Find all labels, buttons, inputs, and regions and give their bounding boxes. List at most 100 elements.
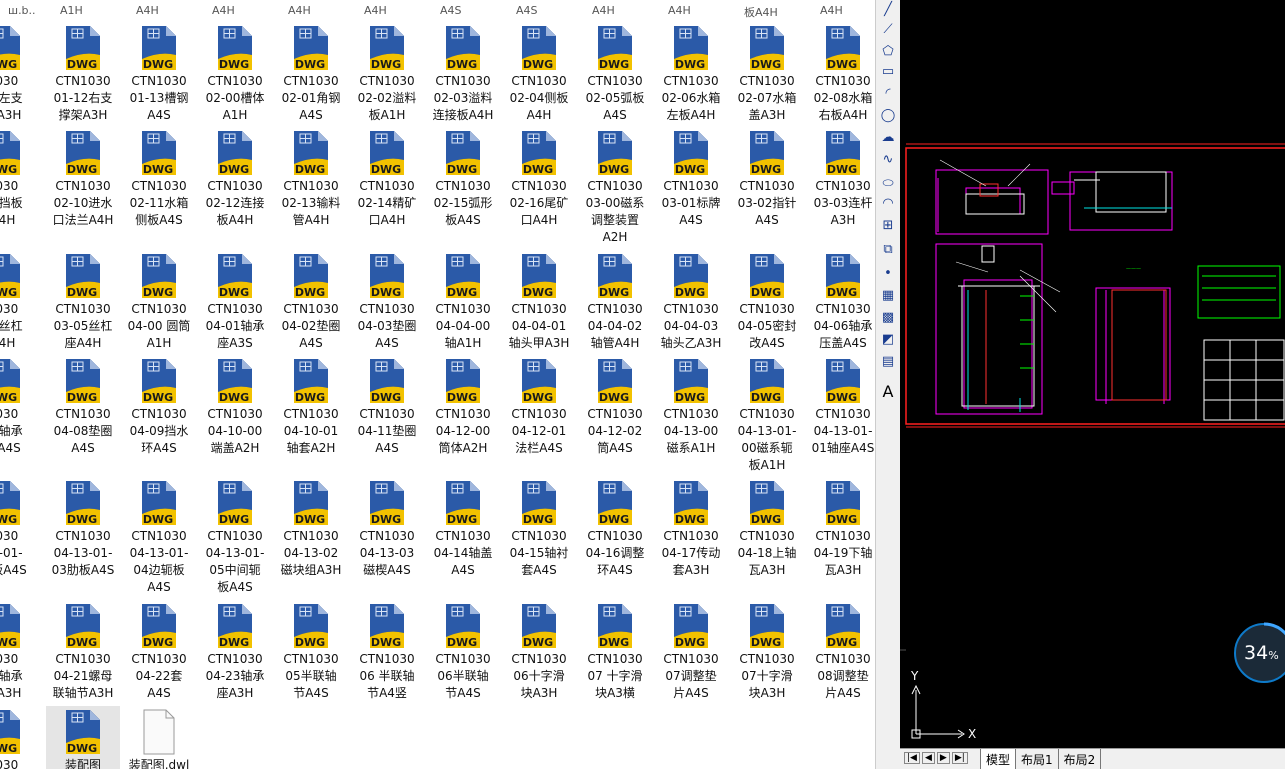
file-item[interactable]: DWG CTN1030 03-01标牌 A4S — [654, 127, 728, 229]
file-item[interactable]: DWG CTN1030 04-15轴衬 套A4S — [502, 477, 576, 579]
tab-layout1[interactable]: 布局1 — [1016, 749, 1059, 769]
file-item[interactable]: DWG CTN1030 04-04-00 轴A1H — [426, 250, 500, 352]
file-item[interactable]: DWG CTN1030 04-21螺母 联轴节A3H — [46, 600, 120, 702]
file-item[interactable]: DWG CTN1030 04-10-01 轴套A2H — [274, 355, 348, 457]
file-item[interactable]: DWG 装配图 — [46, 706, 120, 769]
file-item[interactable]: DWG CTN1030 02-06水箱 左板A4H — [654, 22, 728, 124]
file-item[interactable]: DWG CTN1030 04-01轴承 座A3S — [198, 250, 272, 352]
polygon-icon[interactable]: ⬠ — [878, 42, 898, 62]
file-item[interactable]: DWG CTN1030 04-13-02 磁块组A3H — [274, 477, 348, 579]
spline-icon[interactable]: ∿ — [878, 150, 898, 170]
file-item[interactable]: DWG 1030 13-01- 支板A4S — [0, 477, 40, 579]
file-item[interactable]: DWG CTN1030 05半联轴 节A4S — [274, 600, 348, 702]
file-item[interactable]: DWG CTN1030 02-13输料 管A4H — [274, 127, 348, 229]
file-item[interactable]: DWG CTN1030 04-13-00 磁系A1H — [654, 355, 728, 457]
file-item[interactable]: DWG CTN1030 01-13槽钢 A4S — [122, 22, 196, 124]
text-icon[interactable]: A — [878, 382, 898, 402]
file-item[interactable]: DWG CTN1030 04-13-01- 03肋板A4S — [46, 477, 120, 579]
point-icon[interactable]: • — [878, 264, 898, 284]
file-item[interactable]: DWG CTN1030 06十字滑 块A3H — [502, 600, 576, 702]
file-item[interactable]: DWG CTN1030 03-03连杆 A3H — [806, 127, 875, 229]
last-tab-icon[interactable]: ▶| — [951, 752, 968, 764]
file-item[interactable]: DWG CTN1030 04-19下轴 瓦A3H — [806, 477, 875, 579]
file-item[interactable]: DWG CTN1030 04-13-03 磁楔A4S — [350, 477, 424, 579]
file-item[interactable]: DWG CTN1030 02-05弧板 A4S — [578, 22, 652, 124]
cad-viewport[interactable]: ——— Y X |◀ ◀ ▶ ▶| 模型 布局1 布局2 — [900, 0, 1285, 769]
file-item[interactable]: DWG CTN1030 04-12-02 筒A4S — [578, 355, 652, 457]
file-item[interactable]: DWG CTN1030 04-10-00 端盖A2H — [198, 355, 272, 457]
file-item[interactable]: DWG CTN1030 02-12连接 板A4H — [198, 127, 272, 229]
region-icon[interactable]: ◩ — [878, 330, 898, 350]
line-icon[interactable]: ╱ — [878, 0, 898, 20]
file-item[interactable]: DWG 1030 11左支架A3H — [0, 22, 40, 124]
file-item[interactable]: DWG CTN1030 04-02垫圈 A4S — [274, 250, 348, 352]
file-item[interactable]: DWG CTN1030 07 十字滑 块A3横 — [578, 600, 652, 702]
file-item[interactable]: DWG CTN1030 04-18上轴 瓦A3H — [730, 477, 804, 579]
file-item[interactable]: DWG CTN1030 04-16调整 环A4S — [578, 477, 652, 579]
file-item[interactable]: DWG CTN1030 08调整垫 片A4S — [806, 600, 875, 702]
file-item[interactable]: DWG CTN1030 04-04-03 轴头乙A3H — [654, 250, 728, 352]
file-item[interactable]: DWG 1030 07轴承套A4S — [0, 355, 40, 457]
file-item[interactable]: DWG CTN1030 01-12右支 撑架A3H — [46, 22, 120, 124]
file-item[interactable]: DWG CTN1030 04-14轴盖 A4S — [426, 477, 500, 579]
file-item[interactable]: DWG CTN1030 04-13-01- 00磁系轭 板A1H — [730, 355, 804, 474]
insert-block-icon[interactable]: ⊞ — [878, 216, 898, 236]
file-item[interactable]: DWG CTN1030 04-12-00 筒体A2H — [426, 355, 500, 457]
file-item[interactable]: DWG CTN1030 04-04-02 轴管A4H — [578, 250, 652, 352]
ellipse-icon[interactable]: ⬭ — [878, 174, 898, 194]
arc-icon[interactable]: ◜ — [878, 84, 898, 104]
file-item[interactable]: DWG CTN1030 06 半联轴 节A4竖 — [350, 600, 424, 702]
file-item[interactable]: DWG CTN1030 02-04侧板 A4H — [502, 22, 576, 124]
file-item[interactable]: DWG CTN1030 02-08水箱 右板A4H — [806, 22, 875, 124]
file-item[interactable]: DWG 1030 04丝杠 A4H — [0, 250, 40, 352]
tab-model[interactable]: 模型 — [980, 749, 1017, 769]
file-item[interactable]: DWG CTN1030 02-01角钢 A4S — [274, 22, 348, 124]
table-icon[interactable]: ▤ — [878, 352, 898, 372]
file-item[interactable]: DWG CTN1030 04-13-01- 04边轭板 A4S — [122, 477, 196, 596]
file-item[interactable]: DWG CTN1030 04-00 圆筒 A1H — [122, 250, 196, 352]
file-item[interactable]: DWG CTN1030 07调整垫 片A4S — [654, 600, 728, 702]
file-item[interactable]: DWG CTN1030 06半联轴 节A4S — [426, 600, 500, 702]
file-item[interactable]: DWG CTN1030 02-11水箱 侧板A4S — [122, 127, 196, 229]
file-item[interactable]: DWG 1030 09挡板 A4H — [0, 127, 40, 229]
polyline-icon[interactable]: ⟋ — [878, 20, 898, 40]
file-item[interactable]: DWG CTN1030 04-12-01 法栏A4S — [502, 355, 576, 457]
file-item[interactable]: DWG CTN1030 02-02溢料 板A1H — [350, 22, 424, 124]
prev-tab-icon[interactable]: ◀ — [921, 752, 935, 764]
rectangle-icon[interactable]: ▭ — [878, 62, 898, 82]
next-tab-icon[interactable]: ▶ — [936, 752, 950, 764]
file-item[interactable]: DWG CTN1030 03-02指针 A4S — [730, 127, 804, 229]
first-tab-icon[interactable]: |◀ — [904, 752, 920, 764]
file-item[interactable]: DWG CTN1030 03-00磁系 调整装置 A2H — [578, 127, 652, 246]
file-item[interactable]: DWG CTN1030 02-14精矿 口A4H — [350, 127, 424, 229]
file-item[interactable]: DWG CTN1030 02-03溢料 连接板A4H — [426, 22, 500, 124]
file-item[interactable]: DWG CTN1030 04-09挡水 环A4S — [122, 355, 196, 457]
file-item[interactable]: DWG CTN1030 02-07水箱 盖A3H — [730, 22, 804, 124]
file-item[interactable]: DWG CTN1030 04-22套 A4S — [122, 600, 196, 702]
file-item[interactable]: DWG 1030 20轴承盖A3H — [0, 600, 40, 702]
make-block-icon[interactable]: ⧉ — [878, 240, 898, 260]
file-item[interactable]: DWG CTN1030 04-17传动 套A3H — [654, 477, 728, 579]
file-item[interactable]: DWG CTN1030 02-00槽体 A1H — [198, 22, 272, 124]
file-item[interactable]: DWG CTN1030 02-10进水 口法兰A4H — [46, 127, 120, 229]
file-item[interactable]: DWG CTN1030 02-15弧形 板A4S — [426, 127, 500, 229]
file-item[interactable]: DWG CTN1030 07十字滑 块A3H — [730, 600, 804, 702]
file-item[interactable]: DWG CTN1030 04-03垫圈 A4S — [350, 250, 424, 352]
ellipse-arc-icon[interactable]: ◠ — [878, 194, 898, 214]
file-item[interactable]: DWG CTN1030 04-13-01- 01轴座A4S — [806, 355, 875, 457]
file-item[interactable]: DWG CTN1030 02-16尾矿 口A4H — [502, 127, 576, 229]
file-item[interactable]: DWG CTN1030 04-23轴承 座A3H — [198, 600, 272, 702]
gradient-icon[interactable]: ▩ — [878, 308, 898, 328]
circle-icon[interactable]: ◯ — [878, 106, 898, 126]
file-item[interactable]: DWG CTN1030 04-08垫圈 A4S — [46, 355, 120, 457]
tab-layout2[interactable]: 布局2 — [1059, 749, 1102, 769]
cloud-icon[interactable]: ☁ — [878, 128, 898, 148]
file-item[interactable]: DWG CTN1030 04-06轴承 压盖A4S — [806, 250, 875, 352]
file-item[interactable]: DWG CTN1030 04-05密封 改A4S — [730, 250, 804, 352]
file-item[interactable]: DWG CTN1030 04-11垫圈 A4S — [350, 355, 424, 457]
file-item[interactable]: DWG 1030 — [0, 706, 40, 769]
hatch-icon[interactable]: ▦ — [878, 286, 898, 306]
file-item[interactable]: 装配图.dwl — [122, 706, 196, 769]
file-item[interactable]: DWG CTN1030 04-13-01- 05中间轭 板A4S — [198, 477, 272, 596]
file-item[interactable]: DWG CTN1030 04-04-01 轴头甲A3H — [502, 250, 576, 352]
